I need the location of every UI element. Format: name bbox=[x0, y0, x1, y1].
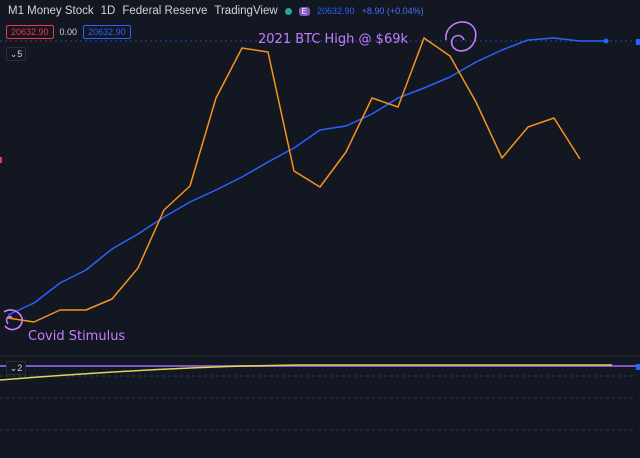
main-pane-count: 5 bbox=[17, 49, 23, 59]
provider-label: TradingView bbox=[214, 5, 278, 17]
left-edge-marker bbox=[0, 157, 2, 163]
interval-label[interactable]: 1D bbox=[101, 5, 116, 17]
chevron-down-icon: ⌄ bbox=[9, 362, 18, 373]
chevron-down-icon: ⌄ bbox=[9, 48, 18, 59]
lower-pane-line bbox=[0, 364, 612, 381]
price-change: +8.90 (+0.04%) bbox=[361, 6, 424, 16]
earnings-badge[interactable]: E bbox=[298, 6, 311, 16]
last-value-dot bbox=[603, 38, 609, 44]
annotation-covid-stimulus: Covid Stimulus bbox=[28, 329, 126, 344]
values-row: 20632.90 0.00 20632.90 bbox=[6, 25, 131, 39]
btc-high-circle bbox=[445, 21, 477, 52]
chart-canvas[interactable] bbox=[0, 0, 640, 458]
right-axis-marker bbox=[636, 39, 640, 45]
market-status-icon bbox=[284, 7, 292, 15]
chart-header: M1 Money Stock 1D Federal Reserve Tradin… bbox=[8, 5, 424, 17]
btc-price-line bbox=[7, 37, 581, 323]
main-pane-toggle[interactable]: ⌄ 5 bbox=[6, 47, 26, 61]
last-price: 20632.90 bbox=[317, 6, 355, 16]
m1-money-stock-line bbox=[7, 37, 606, 316]
spread-value: 0.00 bbox=[59, 27, 78, 37]
buy-price-box[interactable]: 20632.90 bbox=[83, 25, 131, 39]
source-label: Federal Reserve bbox=[122, 5, 208, 17]
symbol-name[interactable]: M1 Money Stock bbox=[8, 5, 94, 17]
annotation-btc-high: 2021 BTC High @ $69k bbox=[258, 32, 409, 47]
lower-pane-toggle[interactable]: ⌄ 2 bbox=[6, 361, 26, 375]
lower-pane-count: 2 bbox=[17, 363, 23, 373]
right-axis-marker-lower bbox=[636, 364, 640, 370]
sell-price-box[interactable]: 20632.90 bbox=[6, 25, 54, 39]
